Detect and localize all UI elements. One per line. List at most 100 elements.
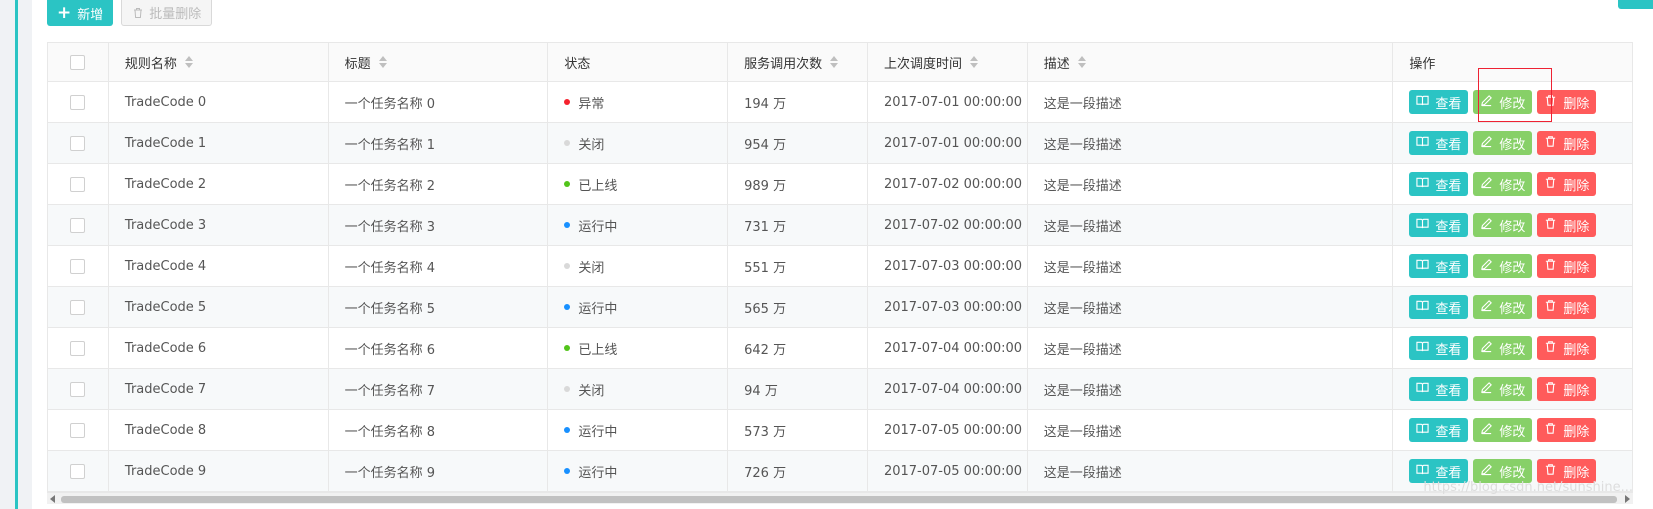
- column-header-title[interactable]: 标题: [329, 43, 549, 81]
- table-row[interactable]: TradeCode 9 一个任务名称 9 运行中 726 万 2017-07-0…: [48, 451, 1632, 492]
- view-button[interactable]: 查看: [1409, 90, 1469, 114]
- column-header-last-time[interactable]: 上次调度时间: [868, 43, 1028, 81]
- view-button[interactable]: 查看: [1409, 377, 1469, 401]
- delete-button[interactable]: 删除: [1537, 418, 1597, 442]
- table-body: TradeCode 0 一个任务名称 0 异常 194 万 2017-07-01…: [48, 82, 1632, 492]
- edit-button[interactable]: 修改: [1473, 295, 1533, 319]
- table-row[interactable]: TradeCode 4 一个任务名称 4 关闭 551 万 2017-07-03…: [48, 246, 1632, 287]
- table-row[interactable]: TradeCode 8 一个任务名称 8 运行中 573 万 2017-07-0…: [48, 410, 1632, 451]
- view-button[interactable]: 查看: [1409, 336, 1469, 360]
- view-button[interactable]: 查看: [1409, 213, 1469, 237]
- row-checkbox[interactable]: [70, 381, 86, 397]
- sort-icon[interactable]: [184, 56, 193, 68]
- table-row[interactable]: TradeCode 1 一个任务名称 1 关闭 954 万 2017-07-01…: [48, 123, 1632, 164]
- rule-name-cell: TradeCode 3: [109, 205, 329, 245]
- status-dot-icon: [564, 181, 571, 187]
- table-row[interactable]: TradeCode 6 一个任务名称 6 已上线 642 万 2017-07-0…: [48, 328, 1632, 369]
- table-row[interactable]: TradeCode 2 一个任务名称 2 已上线 989 万 2017-07-0…: [48, 164, 1632, 205]
- trash-icon: [1544, 94, 1557, 111]
- sort-icon[interactable]: [830, 56, 839, 68]
- row-checkbox[interactable]: [70, 463, 86, 479]
- rule-name-cell: TradeCode 2: [109, 164, 329, 204]
- row-checkbox[interactable]: [70, 340, 86, 356]
- column-header-description[interactable]: 描述: [1028, 43, 1394, 81]
- delete-button[interactable]: 删除: [1537, 336, 1597, 360]
- row-checkbox[interactable]: [70, 176, 86, 192]
- status-dot-icon: [564, 345, 571, 351]
- status-text: 关闭: [578, 260, 605, 276]
- corner-button[interactable]: [1618, 0, 1653, 9]
- delete-button[interactable]: 删除: [1537, 377, 1597, 401]
- edit-button[interactable]: 修改: [1473, 172, 1533, 196]
- column-header-status: 状态: [548, 43, 729, 81]
- delete-button[interactable]: 删除: [1537, 172, 1597, 196]
- edit-button[interactable]: 修改: [1473, 90, 1533, 114]
- book-icon: [1416, 381, 1429, 398]
- view-button[interactable]: 查看: [1409, 172, 1469, 196]
- scroll-left-icon[interactable]: [50, 495, 55, 503]
- edit-button[interactable]: 修改: [1473, 418, 1533, 442]
- add-button[interactable]: + 新增: [47, 0, 114, 26]
- book-icon: [1416, 94, 1429, 111]
- sort-icon[interactable]: [378, 56, 387, 68]
- view-button[interactable]: 查看: [1409, 418, 1469, 442]
- sort-icon[interactable]: [1077, 56, 1086, 68]
- row-checkbox[interactable]: [70, 258, 86, 274]
- trash-icon: [1544, 381, 1557, 398]
- status-dot-icon: [564, 468, 571, 474]
- status-cell: 运行中: [548, 287, 729, 327]
- view-button[interactable]: 查看: [1409, 131, 1469, 155]
- rule-name-cell: TradeCode 7: [109, 369, 329, 409]
- description-cell: 这是一段描述: [1028, 82, 1394, 122]
- trash-icon: [1544, 135, 1557, 152]
- row-checkbox[interactable]: [70, 135, 86, 151]
- description-cell: 这是一段描述: [1028, 287, 1394, 327]
- batch-delete-label: 批量删除: [149, 7, 202, 22]
- edit-button[interactable]: 修改: [1473, 377, 1533, 401]
- edit-icon: [1480, 217, 1493, 234]
- title-cell: 一个任务名称 4: [329, 246, 549, 286]
- time-cell: 2017-07-03 00:00:00: [868, 246, 1028, 286]
- column-header-actions: 操作: [1409, 56, 1436, 72]
- title-cell: 一个任务名称 3: [329, 205, 549, 245]
- left-accent-bar: [15, 0, 18, 509]
- row-checkbox[interactable]: [70, 217, 86, 233]
- edit-button[interactable]: 修改: [1473, 213, 1533, 237]
- edit-button[interactable]: 修改: [1473, 254, 1533, 278]
- view-button[interactable]: 查看: [1409, 254, 1469, 278]
- select-all-checkbox[interactable]: [70, 54, 86, 70]
- actions-cell: 查看 修改 删除: [1393, 246, 1632, 286]
- edit-button[interactable]: 修改: [1473, 131, 1533, 155]
- actions-cell: 查看 修改 删除: [1393, 410, 1632, 450]
- column-header-rule-name[interactable]: 规则名称: [109, 43, 329, 81]
- delete-button[interactable]: 删除: [1537, 131, 1597, 155]
- batch-delete-button[interactable]: 批量删除: [121, 0, 213, 26]
- table-row[interactable]: TradeCode 0 一个任务名称 0 异常 194 万 2017-07-01…: [48, 82, 1632, 123]
- delete-button[interactable]: 删除: [1537, 90, 1597, 114]
- horizontal-scrollbar[interactable]: [47, 492, 1633, 504]
- title-cell: 一个任务名称 8: [329, 410, 549, 450]
- delete-button[interactable]: 删除: [1537, 254, 1597, 278]
- scroll-thumb[interactable]: [61, 496, 1617, 503]
- row-checkbox[interactable]: [70, 422, 86, 438]
- description-cell: 这是一段描述: [1028, 246, 1394, 286]
- row-checkbox[interactable]: [70, 299, 86, 315]
- time-cell: 2017-07-05 00:00:00: [868, 410, 1028, 450]
- table-row[interactable]: TradeCode 3 一个任务名称 3 运行中 731 万 2017-07-0…: [48, 205, 1632, 246]
- row-checkbox[interactable]: [70, 94, 86, 110]
- scroll-right-icon[interactable]: [1625, 495, 1630, 503]
- status-dot-icon: [564, 304, 571, 310]
- edit-button[interactable]: 修改: [1473, 336, 1533, 360]
- sort-icon[interactable]: [969, 56, 978, 68]
- plus-icon: +: [57, 2, 72, 23]
- table-row[interactable]: TradeCode 5 一个任务名称 5 运行中 565 万 2017-07-0…: [48, 287, 1632, 328]
- view-button[interactable]: 查看: [1409, 295, 1469, 319]
- delete-button[interactable]: 删除: [1537, 295, 1597, 319]
- delete-button[interactable]: 删除: [1537, 213, 1597, 237]
- status-dot-icon: [564, 386, 571, 392]
- calls-cell: 94 万: [728, 369, 868, 409]
- trash-icon: [134, 7, 143, 18]
- column-header-calls[interactable]: 服务调用次数: [728, 43, 868, 81]
- table-row[interactable]: TradeCode 7 一个任务名称 7 关闭 94 万 2017-07-04 …: [48, 369, 1632, 410]
- description-cell: 这是一段描述: [1028, 123, 1394, 163]
